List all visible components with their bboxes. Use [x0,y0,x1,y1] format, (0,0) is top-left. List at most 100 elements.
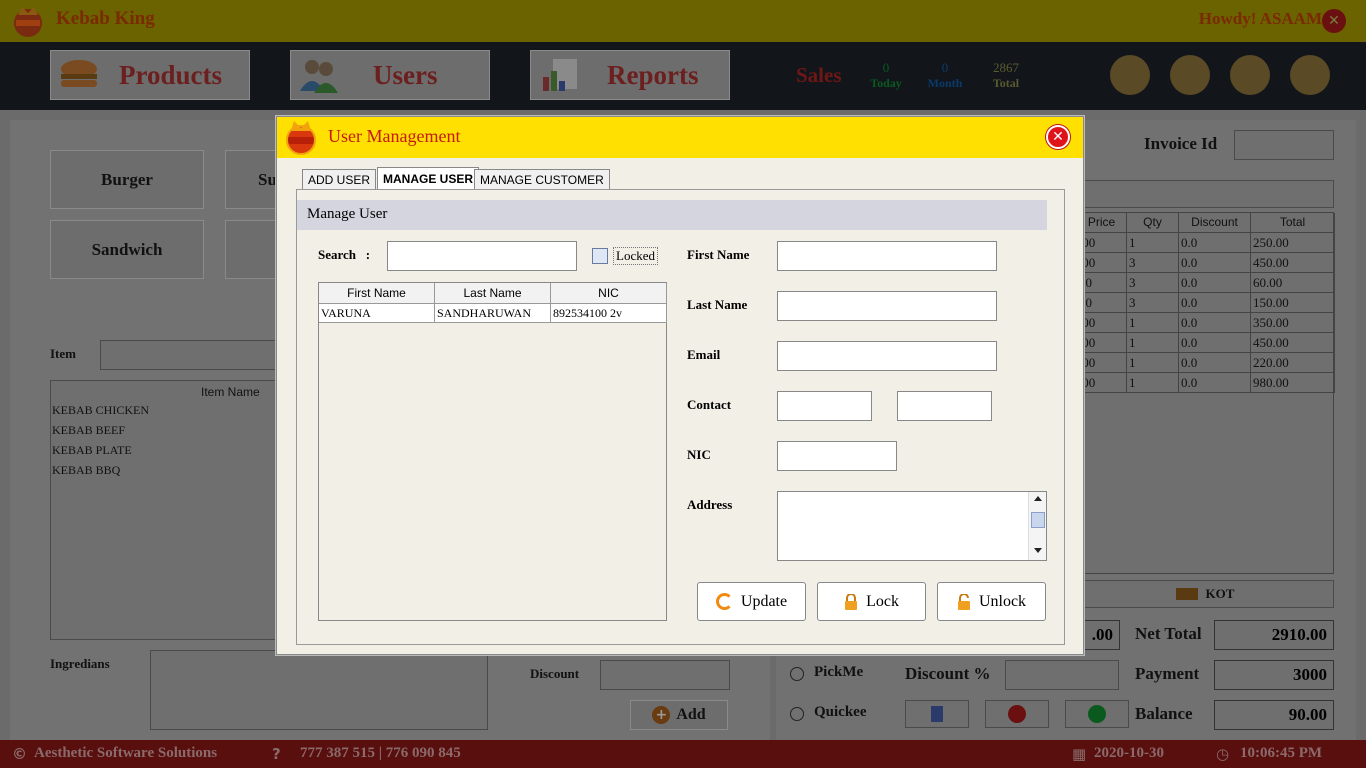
scroll-down-icon[interactable] [1034,548,1042,553]
invoice-cell[interactable]: 0.0 [1179,233,1251,253]
item-table-header: Item Name [201,385,260,399]
update-button[interactable]: Update [697,582,806,621]
locked-checkbox[interactable] [592,248,608,264]
delete-button[interactable] [905,700,969,728]
locked-label[interactable]: Locked [613,247,658,265]
invoice-cell[interactable]: 0.0 [1179,293,1251,313]
contact-input-2[interactable] [897,391,992,421]
payment-value[interactable]: 3000 [1214,660,1334,690]
search-input[interactable] [387,241,577,271]
discount-pct-input[interactable] [1005,660,1119,690]
lock-button[interactable]: Lock [817,582,926,621]
item-row[interactable]: KEBAB PLATE [52,443,132,458]
invoice-cell[interactable]: 3 [1127,273,1179,293]
invoice-col-header[interactable]: Discount [1179,213,1251,233]
invoice-cell[interactable]: 1 [1127,313,1179,333]
quickee-label: Quickee [814,704,867,720]
address-label: Address [687,497,733,512]
invoice-cell[interactable]: .00 [1077,373,1127,393]
item-table: Item Name KEBAB CHICKEN KEBAB BEEF KEBAB… [50,380,280,640]
invoice-cell[interactable]: 220.00 [1251,353,1335,373]
invoice-cell[interactable]: 00 [1077,293,1127,313]
unlock-button[interactable]: Unlock [937,582,1046,621]
remove-button[interactable] [985,700,1049,728]
scroll-thumb[interactable] [1031,512,1045,528]
add-button[interactable]: + Add [630,700,728,730]
invoice-cell[interactable]: 150.00 [1251,293,1335,313]
invoice-cell[interactable]: 3 [1127,293,1179,313]
invoice-cell[interactable]: .00 [1077,313,1127,333]
invoice-cell[interactable]: 450.00 [1251,253,1335,273]
invoice-col-header[interactable]: Total [1251,213,1335,233]
pickme-radio[interactable] [790,667,804,681]
app-close-icon[interactable]: ✕ [1322,9,1346,33]
grid-cell-nic[interactable]: 892534100 2v [551,304,667,323]
invoice-cell[interactable]: .00 [1077,233,1127,253]
grid-col-first-name[interactable]: First Name [319,283,435,304]
scroll-up-icon[interactable] [1034,496,1042,501]
grid-col-nic[interactable]: NIC [551,283,667,304]
ingredients-textarea[interactable] [150,650,488,730]
invoice-cell[interactable]: 0.0 [1179,253,1251,273]
invoice-cell[interactable]: 0.0 [1179,313,1251,333]
invoice-cell[interactable]: 1 [1127,333,1179,353]
invoice-cell[interactable]: 60.00 [1251,273,1335,293]
invoice-cell[interactable]: 980.00 [1251,373,1335,393]
contact-input-1[interactable] [777,391,872,421]
item-search-input[interactable] [100,340,280,370]
chef-icon[interactable] [1230,55,1270,95]
category-sandwich[interactable]: Sandwich [50,220,204,279]
tab-manage-customer[interactable]: MANAGE CUSTOMER [474,169,610,190]
notes-icon[interactable] [1170,55,1210,95]
invoice-cell[interactable]: 1 [1127,233,1179,253]
grid-col-last-name[interactable]: Last Name [435,283,551,304]
invoice-cell[interactable]: 450.00 [1251,333,1335,353]
invoice-col-header[interactable]: Qty [1127,213,1179,233]
discount-input[interactable] [600,660,730,690]
tab-manage-user[interactable]: MANAGE USER [377,167,480,190]
greeting: Howdy! ASAAM [1198,9,1322,28]
invoice-cell[interactable]: 250.00 [1251,233,1335,253]
products-button[interactable]: Products [50,50,250,100]
users-button[interactable]: Users [290,50,490,100]
invoice-cell[interactable]: 350.00 [1251,313,1335,333]
stat-total: 2867 Total [992,60,1020,90]
grid-cell-first-name[interactable]: VARUNA [319,304,435,323]
last-name-input[interactable] [777,291,997,321]
tab-add-user[interactable]: ADD USER [302,169,377,190]
reports-button[interactable]: Reports [530,50,730,100]
invoice-cell[interactable]: 0.0 [1179,273,1251,293]
kot-button[interactable]: KOT [1076,580,1334,608]
reports-label: Reports [607,59,699,90]
invoice-cell[interactable]: 1 [1127,353,1179,373]
calculator-icon[interactable] [1110,55,1150,95]
invoice-cell[interactable]: 0.0 [1179,333,1251,353]
invoice-cell[interactable]: .00 [1077,353,1127,373]
invoice-cell[interactable]: 00 [1077,273,1127,293]
invoice-id-input[interactable] [1234,130,1334,160]
address-scrollbar[interactable] [1028,492,1046,560]
first-name-input[interactable] [777,241,997,271]
invoice-cell[interactable]: .00 [1077,253,1127,273]
invoice-cell[interactable]: 0.0 [1179,373,1251,393]
status-bar: © Aesthetic Software Solutions ? 777 387… [0,740,1366,768]
address-textarea[interactable] [777,491,1047,561]
item-row[interactable]: KEBAB BEEF [52,423,125,438]
invoice-cell[interactable]: 0.0 [1179,353,1251,373]
discount-pct-label: Discount % [905,664,991,683]
invoice-cell[interactable]: .00 [1077,333,1127,353]
nic-input[interactable] [777,441,897,471]
grid-cell-last-name[interactable]: SANDHARUWAN [435,304,551,323]
invoice-col-header[interactable]: Price [1077,213,1127,233]
invoice-cell[interactable]: 3 [1127,253,1179,273]
phone-numbers: 777 387 515 | 776 090 845 [300,745,461,761]
confirm-button[interactable] [1065,700,1129,728]
category-burger[interactable]: Burger [50,150,204,209]
monitor-icon[interactable] [1290,55,1330,95]
dialog-close-icon[interactable]: ✕ [1046,125,1070,149]
item-row[interactable]: KEBAB CHICKEN [52,403,149,418]
quickee-radio[interactable] [790,707,804,721]
item-row[interactable]: KEBAB BBQ [52,463,120,478]
email-input[interactable] [777,341,997,371]
invoice-cell[interactable]: 1 [1127,373,1179,393]
